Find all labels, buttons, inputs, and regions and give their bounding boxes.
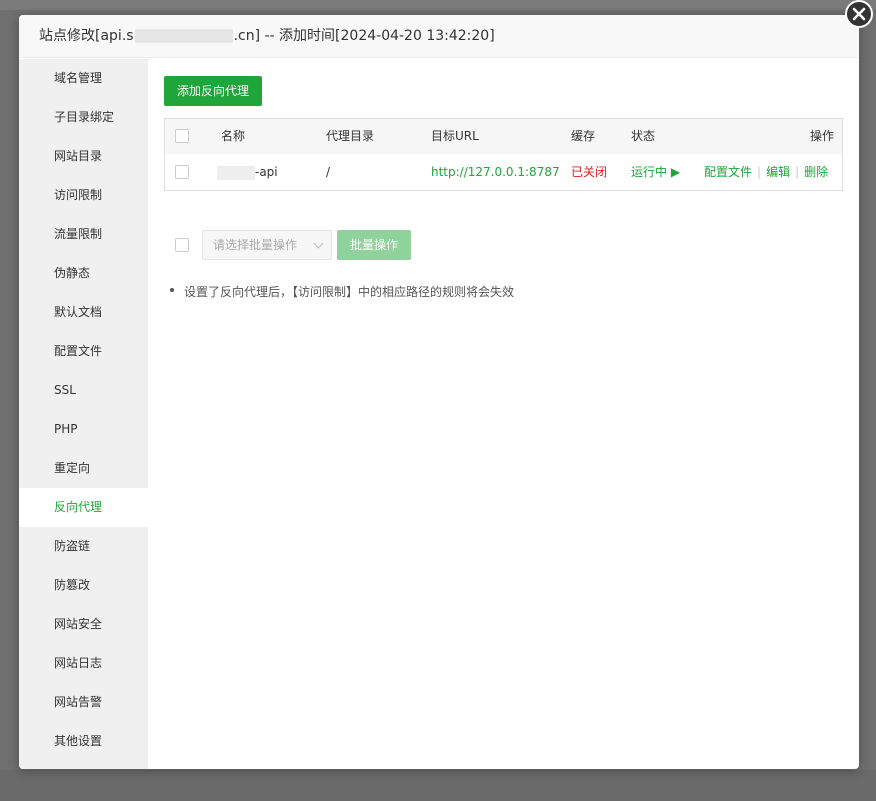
sidebar-item-subdir[interactable]: 子目录绑定 <box>19 98 148 137</box>
sidebar: 域名管理 子目录绑定 网站目录 访问限制 流量限制 伪静态 默认文档 配置文件 … <box>19 59 148 769</box>
sidebar-item-logs[interactable]: 网站日志 <box>19 644 148 683</box>
proxy-table: 名称 代理目录 目标URL 缓存 状态 操作 -api / http://127… <box>164 118 843 191</box>
close-icon <box>852 7 866 21</box>
sidebar-item-site-dir[interactable]: 网站目录 <box>19 137 148 176</box>
sidebar-item-security[interactable]: 网站安全 <box>19 605 148 644</box>
row-status-text: 运行中 <box>631 165 668 179</box>
select-all-checkbox[interactable] <box>175 129 189 143</box>
title-prefix: 站点修改[api.s <box>39 28 134 44</box>
sidebar-item-default-doc[interactable]: 默认文档 <box>19 293 148 332</box>
sidebar-item-redirect[interactable]: 重定向 <box>19 449 148 488</box>
batch-action-button[interactable]: 批量操作 <box>337 230 412 260</box>
dialog-title: 站点修改[api.s .cn] -- 添加时间[2024-04-20 13:42:… <box>19 15 859 58</box>
header-status: 状态 <box>631 129 656 143</box>
batch-bar: 请选择批量操作 批量操作 <box>164 230 564 260</box>
op-separator: | <box>795 165 800 179</box>
header-cache: 缓存 <box>571 129 596 143</box>
batch-action-select[interactable]: 请选择批量操作 <box>202 230 332 260</box>
header-target-url: 目标URL <box>431 129 479 143</box>
close-dialog-button[interactable] <box>845 0 873 28</box>
table-row: -api / http://127.0.0.1:8787 已关闭 运行中 ▶ 配… <box>165 154 842 190</box>
background-top <box>0 0 876 10</box>
main-content: 添加反向代理 名称 代理目录 目标URL 缓存 状态 操作 -api / htt… <box>164 59 844 759</box>
batch-select-placeholder: 请选择批量操作 <box>213 238 298 252</box>
sidebar-item-reverse-proxy[interactable]: 反向代理 <box>19 488 148 527</box>
sidebar-item-access-limit[interactable]: 访问限制 <box>19 176 148 215</box>
play-icon: ▶ <box>670 165 681 179</box>
sidebar-item-ssl[interactable]: SSL <box>19 371 148 410</box>
row-proxy-dir: / <box>326 165 331 179</box>
sidebar-item-other[interactable]: 其他设置 <box>19 722 148 761</box>
background-bottom <box>0 770 876 801</box>
row-run-status[interactable]: 运行中 ▶ <box>631 154 680 190</box>
config-file-link[interactable]: 配置文件 <box>704 165 752 179</box>
tip-text: 设置了反向代理后，【访问限制】中的相应路径的规则将会失效 <box>184 285 515 299</box>
header-name: 名称 <box>221 129 246 143</box>
sidebar-item-tamper[interactable]: 防篡改 <box>19 566 148 605</box>
row-cache-status[interactable]: 已关闭 <box>571 154 607 190</box>
sidebar-item-domain[interactable]: 域名管理 <box>19 59 148 98</box>
site-edit-dialog: 站点修改[api.s .cn] -- 添加时间[2024-04-20 13:42:… <box>19 15 859 769</box>
chevron-down-icon <box>313 238 324 249</box>
row-name-suffix: -api <box>255 165 278 179</box>
sidebar-item-php[interactable]: PHP <box>19 410 148 449</box>
delete-link[interactable]: 删除 <box>804 165 828 179</box>
sidebar-item-rewrite[interactable]: 伪静态 <box>19 254 148 293</box>
bullet-icon <box>170 288 174 292</box>
sidebar-item-alerts[interactable]: 网站告警 <box>19 683 148 722</box>
sidebar-item-hotlink[interactable]: 防盗链 <box>19 527 148 566</box>
op-separator: | <box>757 165 762 179</box>
tips: 设置了反向代理后，【访问限制】中的相应路径的规则将会失效 <box>170 283 515 300</box>
table-header: 名称 代理目录 目标URL 缓存 状态 操作 <box>165 119 842 155</box>
edit-link[interactable]: 编辑 <box>766 165 790 179</box>
redacted-name <box>217 165 255 180</box>
header-ops: 操作 <box>810 129 835 143</box>
title-suffix: .cn] -- 添加时间[2024-04-20 13:42:20] <box>233 28 495 44</box>
sidebar-item-config[interactable]: 配置文件 <box>19 332 148 371</box>
row-target-url[interactable]: http://127.0.0.1:8787 <box>431 154 560 190</box>
row-ops: 配置文件 | 编辑 | 删除 <box>704 154 828 190</box>
redacted-domain <box>134 29 233 43</box>
row-name: -api <box>217 154 278 190</box>
header-proxy-dir: 代理目录 <box>326 129 375 143</box>
sidebar-item-traffic-limit[interactable]: 流量限制 <box>19 215 148 254</box>
batch-select-checkbox[interactable] <box>175 238 189 252</box>
row-checkbox[interactable] <box>175 165 189 179</box>
add-reverse-proxy-button[interactable]: 添加反向代理 <box>164 76 263 106</box>
